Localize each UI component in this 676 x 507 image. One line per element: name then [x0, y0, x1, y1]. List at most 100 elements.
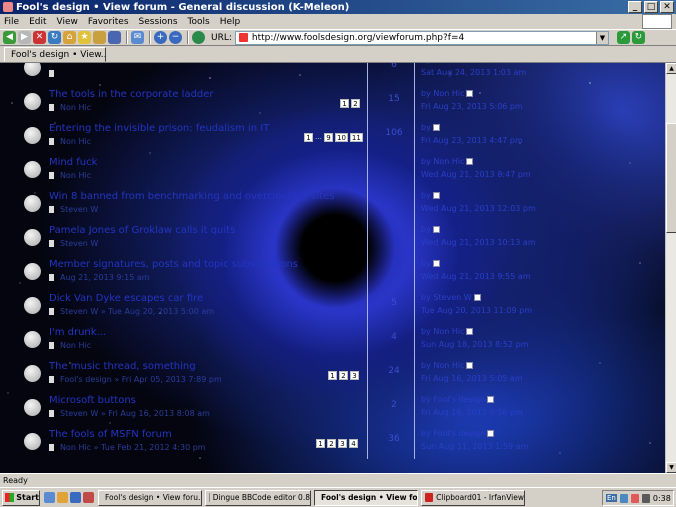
topic-title-link[interactable]: Mind fuck	[49, 157, 97, 168]
topic-author[interactable]: Non Hic	[60, 137, 91, 146]
url-field[interactable]: http://www.foolsdesign.org/viewforum.php…	[234, 30, 609, 45]
vertical-scrollbar[interactable]: ▲ ▼	[665, 63, 676, 473]
view-latest-post-icon[interactable]	[466, 362, 474, 369]
topic-author[interactable]: Steven W » Fri Aug 16, 2013 8:08 am	[60, 409, 210, 418]
view-latest-post-icon[interactable]	[466, 328, 474, 335]
last-post-author-name[interactable]: by	[421, 225, 431, 234]
topic-author[interactable]: Aug 21, 2013 9:15 am	[60, 273, 150, 282]
topic-title-link[interactable]: Dick Van Dyke escapes car fire	[49, 293, 203, 304]
topic-author[interactable]: Steven W	[60, 205, 98, 214]
topic-author[interactable]: Non Hic » Tue Feb 21, 2012 4:30 pm	[60, 443, 206, 452]
last-post-author-name[interactable]: by Non Hic	[421, 157, 464, 166]
mail-icon[interactable]: ✉	[131, 31, 144, 44]
page-link[interactable]: 4	[349, 439, 358, 448]
minimize-button[interactable]: _	[628, 1, 642, 13]
start-button[interactable]: Start	[2, 489, 40, 506]
quicklaunch-app-icon[interactable]	[83, 492, 94, 503]
page-link[interactable]: 1	[328, 371, 337, 380]
maximize-button[interactable]: □	[644, 1, 658, 13]
topic-author[interactable]: Fool's design » Fri Apr 05, 2013 7:89 pm	[60, 375, 222, 384]
lock-icon[interactable]	[93, 31, 106, 44]
view-latest-post-icon[interactable]	[487, 430, 495, 437]
menu-sessions[interactable]: Sessions	[139, 17, 178, 27]
quicklaunch-explorer-icon[interactable]	[57, 492, 68, 503]
last-post-author-name[interactable]: by Non Hic	[421, 361, 464, 370]
page-link[interactable]: 11	[349, 133, 363, 142]
last-post-author-name[interactable]: by Non Hic	[421, 327, 464, 336]
view-latest-post-icon[interactable]	[432, 260, 440, 267]
menu-edit[interactable]: Edit	[29, 17, 46, 27]
network-icon[interactable]	[619, 493, 628, 503]
view-latest-post-icon[interactable]	[432, 192, 440, 199]
page-link[interactable]: 2	[351, 99, 360, 108]
last-post-author-name[interactable]: by Fool's design	[421, 429, 485, 438]
menu-file[interactable]: File	[4, 17, 19, 27]
topic-title-link[interactable]: The music thread, something	[49, 361, 196, 372]
topic-title-link[interactable]: The tools in the corporate ladder	[49, 89, 214, 100]
refresh-green-icon[interactable]: ↻	[631, 31, 645, 44]
view-latest-post-icon[interactable]	[473, 294, 481, 301]
menu-favorites[interactable]: Favorites	[88, 17, 129, 27]
topic-title-link[interactable]: Microsoft buttons	[49, 395, 136, 406]
view-latest-post-icon[interactable]	[466, 90, 474, 97]
print-icon[interactable]	[108, 31, 121, 44]
page-link[interactable]: 1	[316, 439, 325, 448]
close-button[interactable]: ✕	[660, 1, 674, 13]
menu-view[interactable]: View	[57, 17, 78, 27]
last-post-author-name[interactable]: by Non Hic	[421, 89, 464, 98]
home-icon[interactable]: ⌂	[63, 31, 76, 44]
view-latest-post-icon[interactable]	[432, 124, 440, 131]
taskbar-item-bbcode-editor[interactable]: Dingue BBCode editor 0.8	[205, 489, 311, 506]
topic-title-link[interactable]: The fools of MSFN forum	[49, 429, 172, 440]
last-post-author-name[interactable]: by Non Hic	[421, 63, 464, 64]
page-link[interactable]: 1	[304, 133, 313, 142]
topic-title-link[interactable]: The wisdom thread	[49, 63, 145, 66]
topic-title-link[interactable]: Member signatures, posts and topic subsc…	[49, 259, 298, 270]
menu-tools[interactable]: Tools	[188, 17, 210, 27]
page-link[interactable]: 2	[339, 371, 348, 380]
page-link[interactable]: 9	[324, 133, 333, 142]
volume-icon[interactable]	[641, 493, 650, 503]
topic-author[interactable]: Non Hic	[60, 103, 91, 112]
zoom-in-icon[interactable]: +	[154, 31, 167, 44]
taskbar-item-fools-design-2[interactable]: Fool's design • View fo...	[314, 489, 418, 506]
topic-title-link[interactable]: I'm drunk...	[49, 327, 106, 338]
tab-fools-design[interactable]: Fool's design • View...	[4, 47, 106, 62]
page-link[interactable]: 2	[327, 439, 336, 448]
stop-icon[interactable]: ✕	[33, 31, 46, 44]
forward-icon[interactable]: ▶	[18, 31, 31, 44]
scroll-down-icon[interactable]: ▼	[666, 462, 676, 473]
view-latest-post-icon[interactable]	[466, 158, 474, 165]
page-link[interactable]: 3	[338, 439, 347, 448]
quicklaunch-ie-icon[interactable]	[44, 492, 55, 503]
page-link[interactable]: 1	[340, 99, 349, 108]
menu-help[interactable]: Help	[220, 17, 241, 27]
last-post-author-name[interactable]: by Steven W	[421, 293, 472, 302]
scroll-up-icon[interactable]: ▲	[666, 63, 676, 74]
quicklaunch-desktop-icon[interactable]	[70, 492, 81, 503]
topic-title-link[interactable]: Pamela Jones of Groklaw calls it quits	[49, 225, 235, 236]
topic-author[interactable]: Steven W » Tue Aug 20, 2013 5:00 am	[60, 307, 214, 316]
last-post-author-name[interactable]: by	[421, 259, 431, 268]
chevron-down-icon[interactable]: ▼	[595, 31, 608, 44]
topic-author[interactable]: Non Hic	[60, 341, 91, 350]
topic-title-link[interactable]: Entering the invisible prison: feudalism…	[49, 123, 269, 134]
view-latest-post-icon[interactable]	[432, 226, 440, 233]
page-link[interactable]: 3	[350, 371, 359, 380]
go-icon[interactable]	[192, 31, 205, 44]
page-link[interactable]: 10	[335, 133, 348, 142]
forward-green-icon[interactable]: ↗	[616, 31, 630, 44]
scroll-thumb[interactable]	[666, 123, 676, 233]
tray-app-icon[interactable]	[630, 493, 639, 503]
last-post-author-name[interactable]: by Fool's design	[421, 395, 485, 404]
taskbar-item-irfanview[interactable]: Clipboard01 - IrfanView	[421, 489, 525, 506]
zoom-out-icon[interactable]: −	[169, 31, 182, 44]
taskbar-item-fools-design-1[interactable]: Fool's design • View foru...	[98, 489, 202, 506]
language-indicator[interactable]: En	[606, 494, 617, 502]
topic-author[interactable]: Non Hic	[60, 171, 91, 180]
last-post-author-name[interactable]: by	[421, 191, 431, 200]
topic-title-link[interactable]: Win 8 banned from benchmarking and overc…	[49, 191, 335, 202]
last-post-author-name[interactable]: by	[421, 123, 431, 132]
back-icon[interactable]: ◀	[3, 31, 16, 44]
topic-author[interactable]: Steven W	[60, 239, 98, 248]
